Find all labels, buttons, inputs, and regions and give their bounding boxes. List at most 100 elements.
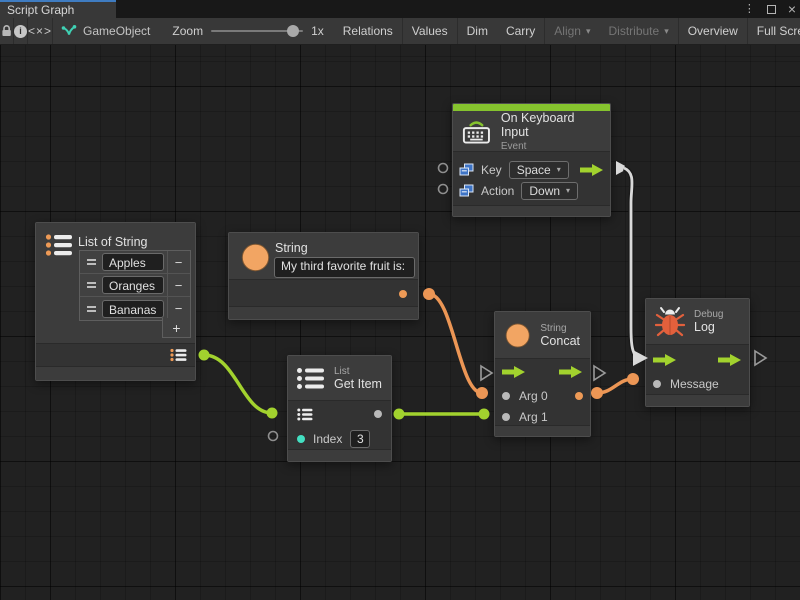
dim-button[interactable]: Dim [458,18,497,45]
index-input-port[interactable] [297,435,305,443]
variable-icon [459,184,474,198]
list-item-field[interactable]: Apples [102,253,164,271]
result-output-port[interactable] [575,392,583,400]
control-output-arrow[interactable] [580,164,604,176]
node-string-concat[interactable]: String Concat Arg 0 [494,311,591,437]
lock-button[interactable] [0,18,14,45]
node-title-block: On Keyboard Input Event [501,111,602,152]
remove-item-button[interactable]: − [167,297,189,320]
drag-handle-icon[interactable] [80,282,102,288]
list-output-icon[interactable] [170,348,187,362]
item-output-port[interactable] [374,410,382,418]
graph-canvas[interactable]: On Keyboard Input Event Key Space ▾ [0,45,800,600]
info-button[interactable]: i [14,18,28,45]
gameobject-label: GameObject [83,24,150,38]
node-category: List [334,366,382,377]
dim-label: Dim [467,24,488,38]
action-value: Down [529,184,560,198]
arg0-label: Arg 0 [519,389,548,403]
wire-getitem-to-concat[interactable] [394,409,490,420]
list-item-field[interactable]: Oranges [102,276,164,294]
control-input-arrow[interactable] [502,366,526,378]
remove-item-button[interactable]: − [167,274,189,296]
string-output-port[interactable] [399,290,407,298]
maximize-icon[interactable] [767,5,776,14]
string-icon [241,243,270,272]
menu-icon[interactable]: ⋮ [744,4,755,15]
list-item-field[interactable]: Bananas [102,300,164,318]
carry-button[interactable]: Carry [497,18,545,45]
zoom-label: Zoom [172,24,203,38]
unity-visual-scripting-window: Script Graph ⋮ × i <×> Ga [0,0,800,600]
keyboard-event-icon [461,117,492,145]
index-value-field[interactable]: 3 [350,430,370,448]
node-footer [288,450,391,461]
add-item-button[interactable]: + [162,318,191,338]
wire-list-to-getitem[interactable] [199,350,278,419]
action-floating-port[interactable] [439,185,448,194]
key-dropdown[interactable]: Space ▾ [509,161,569,179]
list-item-row: Oranges − [80,274,190,297]
list-input-port-icon[interactable] [297,408,313,421]
bug-icon [655,306,685,337]
node-title-block: Debug Log [694,309,723,334]
node-debug-log[interactable]: Debug Log Message [645,298,750,407]
align-button[interactable]: Align ▾ [545,18,599,45]
node-title-block: List Get Item [334,366,382,391]
remove-item-button[interactable]: − [167,251,189,273]
node-footer [229,307,418,319]
index-label: Index [313,432,342,446]
control-output-arrow[interactable] [718,354,742,366]
zoom-slider[interactable] [211,30,303,32]
fullscreen-button[interactable]: Full Screen [748,18,800,45]
overview-button[interactable]: Overview [679,18,748,45]
zoom-slider-knob[interactable] [287,25,299,37]
node-footer [646,395,749,406]
carry-label: Carry [506,24,535,38]
string-value-field[interactable]: My third favorite fruit is: [274,257,415,278]
key-port-label: Key [481,163,502,177]
control-output-arrow[interactable] [559,366,583,378]
node-footer [36,367,195,380]
close-icon[interactable]: × [788,2,796,16]
node-on-keyboard-input[interactable]: On Keyboard Input Event Key Space ▾ [452,103,611,217]
list-item-row: Bananas − [80,297,190,320]
distribute-button[interactable]: Distribute ▾ [600,18,679,45]
wire-string-to-concat[interactable] [423,288,488,399]
chevron-down-icon: ▾ [664,26,669,37]
log-control-out-triangle[interactable] [755,351,766,365]
node-list-of-string[interactable]: List of String Apples − Oranges − Ban [35,222,196,381]
message-input-port[interactable] [653,380,661,388]
index-floating-port[interactable] [269,432,278,441]
string-icon [505,321,530,350]
node-string-literal[interactable]: String My third favorite fruit is: [228,232,419,320]
node-list-get-item[interactable]: List Get Item Index 3 [287,355,392,462]
relations-button[interactable]: Relations [334,18,403,45]
arg0-input-port[interactable] [502,392,510,400]
node-title: List of String [78,235,147,249]
action-dropdown[interactable]: Down ▾ [521,182,578,200]
key-floating-port[interactable] [439,164,448,173]
node-category: String [540,323,580,334]
window-controls: ⋮ × [744,0,796,18]
concat-control-out-triangle[interactable] [594,366,605,380]
drag-handle-icon[interactable] [80,306,102,312]
arg1-input-port[interactable] [502,413,510,421]
wire-keyboard-to-log[interactable] [616,161,648,366]
key-value: Space [517,163,551,177]
chevron-down-icon: ▾ [557,165,561,174]
values-button[interactable]: Values [403,18,458,45]
variable-icon [459,163,474,177]
node-title: Concat [540,334,580,348]
drag-handle-icon[interactable] [80,259,102,265]
action-port-label: Action [481,184,514,198]
code-view-button[interactable]: <×> [28,18,53,45]
gameobject-target[interactable]: GameObject [53,24,158,38]
zoom-value: 1x [311,24,324,38]
distribute-label: Distribute [609,24,660,38]
control-input-arrow[interactable] [653,354,677,366]
wire-concat-to-log[interactable] [591,373,639,399]
tab-script-graph[interactable]: Script Graph [0,0,116,18]
concat-control-in-triangle[interactable] [481,366,492,380]
message-label: Message [670,377,719,391]
